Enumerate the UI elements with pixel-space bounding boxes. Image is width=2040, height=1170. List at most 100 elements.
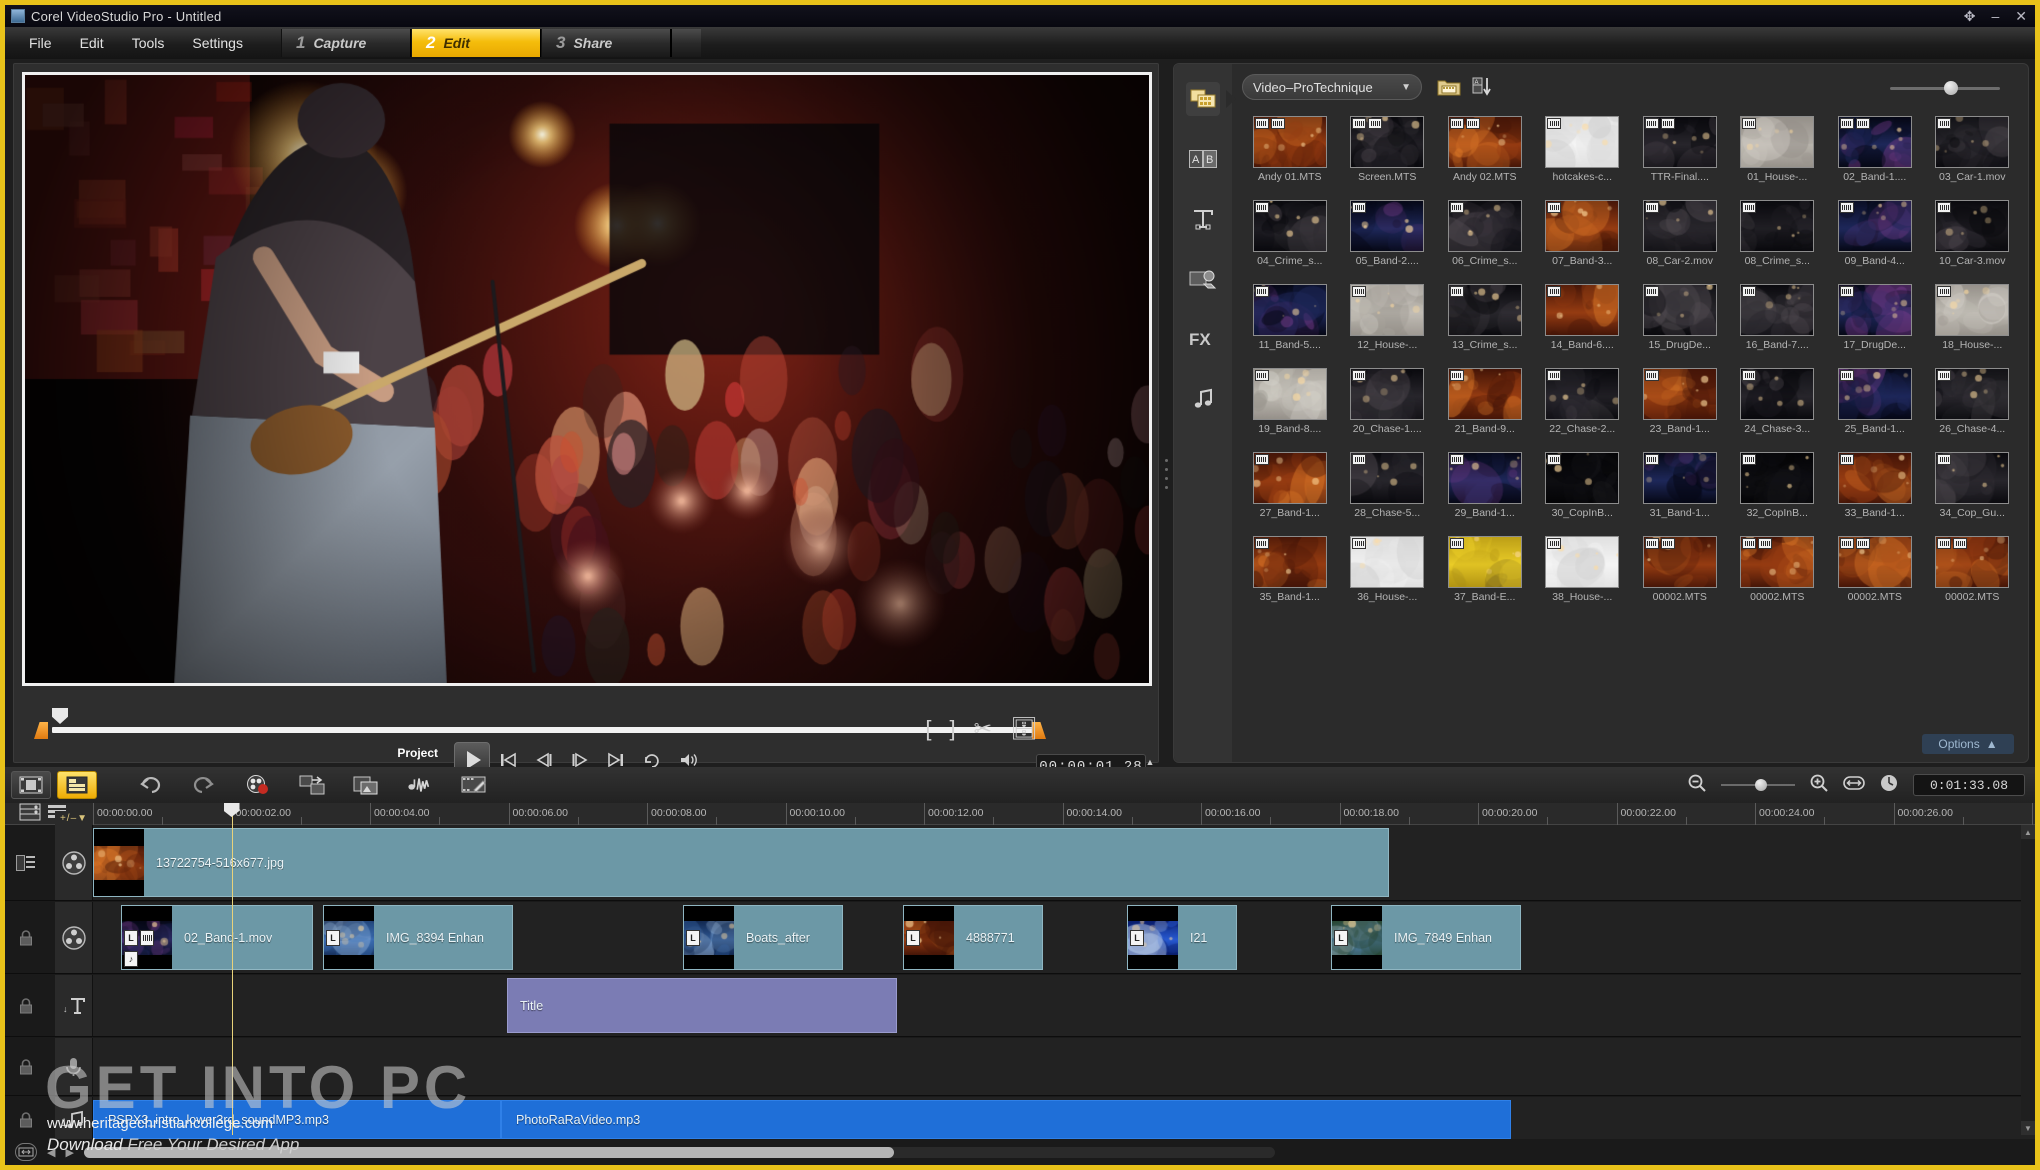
library-thumbnail[interactable] (1447, 284, 1522, 336)
scroll-track[interactable] (83, 1146, 1275, 1158)
menu-edit[interactable]: Edit (66, 31, 118, 55)
timeline-vertical-scrollbar[interactable]: ▲ ▼ (2021, 825, 2035, 1135)
fit-project-icon[interactable] (1843, 774, 1865, 797)
library-item[interactable]: 04_Crime_s... (1242, 200, 1338, 282)
library-item[interactable]: 00002.MTS (1925, 536, 2021, 618)
library-tab-graphic[interactable] (1186, 262, 1220, 296)
project-duration[interactable]: 0:01:33.08 (1913, 774, 2025, 796)
library-item[interactable]: 33_Band-1... (1827, 452, 1923, 534)
sort-az-icon[interactable]: A Z (1468, 74, 1498, 100)
film-reel-icon[interactable] (55, 825, 93, 900)
library-item[interactable]: 27_Band-1... (1242, 452, 1338, 534)
library-thumbnail[interactable] (1447, 116, 1522, 168)
zoom-slider-knob[interactable] (1755, 779, 1767, 791)
library-thumbnail[interactable] (1545, 200, 1620, 252)
library-thumbnail[interactable] (1935, 536, 2010, 588)
track-lane[interactable]: Title (93, 975, 2035, 1036)
scroll-thumb[interactable] (83, 1146, 894, 1158)
library-item[interactable]: 34_Cop_Gu... (1925, 452, 2021, 534)
record-capture-icon[interactable] (245, 772, 271, 798)
scroll-up-arrow[interactable]: ▲ (2021, 825, 2035, 839)
library-thumbnail[interactable] (1350, 368, 1425, 420)
library-thumbnail[interactable] (1935, 116, 2010, 168)
library-thumbnail[interactable] (1740, 284, 1815, 336)
scrub-bar[interactable] (52, 727, 1038, 733)
library-item[interactable]: 38_House-... (1535, 536, 1631, 618)
library-thumbnail[interactable] (1837, 116, 1912, 168)
library-thumbnail[interactable] (1545, 452, 1620, 504)
library-item[interactable]: TTR-Final.... (1632, 116, 1728, 198)
library-thumbnail[interactable] (1252, 452, 1327, 504)
library-thumbnail[interactable] (1252, 116, 1327, 168)
timeline-clip[interactable]: PSPX3_intro_lower3rd_soundMP3.mp3 (93, 1100, 501, 1139)
scroll-mode-icon[interactable] (15, 1143, 37, 1161)
title-track-icon[interactable]: ↓ (55, 975, 93, 1036)
library-item[interactable]: 31_Band-1... (1632, 452, 1728, 534)
library-thumbnail[interactable] (1252, 368, 1327, 420)
library-item[interactable]: 18_House-... (1925, 284, 2021, 366)
timeline-clip[interactable]: 13722754-516x677.jpg (93, 828, 1389, 897)
library-item[interactable]: 11_Band-5.... (1242, 284, 1338, 366)
library-item[interactable]: 24_Chase-3... (1730, 368, 1826, 450)
library-thumbnail[interactable] (1740, 116, 1815, 168)
library-item[interactable]: 16_Band-7.... (1730, 284, 1826, 366)
library-item[interactable]: 30_CopInB... (1535, 452, 1631, 534)
library-item[interactable]: 03_Car-1.mov (1925, 116, 2021, 198)
library-item[interactable]: 35_Band-1... (1242, 536, 1338, 618)
library-item[interactable]: 37_Band-E... (1437, 536, 1533, 618)
timeline-clip[interactable]: L ♪ 02_Band-1.mov (121, 905, 313, 970)
library-item[interactable]: 09_Band-4... (1827, 200, 1923, 282)
library-thumbnail[interactable] (1252, 536, 1327, 588)
timeline-clip[interactable]: L IMG_8394 Enhan (323, 905, 513, 970)
library-item[interactable]: 12_House-... (1340, 284, 1436, 366)
video-preview[interactable] (22, 72, 1152, 686)
timeline-clip[interactable]: Title (507, 978, 897, 1033)
add-media-folder-icon[interactable] (1434, 74, 1464, 100)
library-item[interactable]: 32_CopInB... (1730, 452, 1826, 534)
library-item[interactable]: 29_Band-1... (1437, 452, 1533, 534)
library-item[interactable]: 06_Crime_s... (1437, 200, 1533, 282)
library-item[interactable]: 28_Chase-5... (1340, 452, 1436, 534)
library-folder-select[interactable]: Video–ProTechnique ▼ (1242, 74, 1422, 100)
timeline-view-button[interactable] (57, 771, 97, 799)
zoom-out-icon[interactable] (1687, 773, 1707, 798)
library-item[interactable]: 05_Band-2.... (1340, 200, 1436, 282)
timeline-clip[interactable]: L IMG_7849 Enhan (1331, 905, 1521, 970)
track-lock-icon[interactable] (15, 1109, 37, 1131)
library-thumbnail[interactable] (1350, 116, 1425, 168)
library-thumbnail[interactable] (1642, 200, 1717, 252)
library-thumbnail[interactable] (1545, 536, 1620, 588)
library-tab-title[interactable] (1186, 202, 1220, 236)
timeline-clip[interactable]: L I21 (1127, 905, 1237, 970)
library-thumbnail[interactable] (1642, 536, 1717, 588)
library-item[interactable]: 26_Chase-4... (1925, 368, 2021, 450)
scroll-left-arrow[interactable]: ◀ (47, 1146, 55, 1159)
library-item[interactable]: 00002.MTS (1730, 536, 1826, 618)
music-track-icon[interactable]: 1 (55, 1097, 93, 1142)
timeline-ruler[interactable]: 00:00:00.00 00:00:02.00 00:00:04.00 00:00:0… (5, 803, 2035, 825)
library-item[interactable]: 21_Band-9... (1437, 368, 1533, 450)
library-item[interactable]: Screen.MTS (1340, 116, 1436, 198)
library-thumbnail[interactable] (1740, 200, 1815, 252)
snapshot-icon[interactable]: 🗄 (1010, 716, 1038, 742)
library-tab-media[interactable] (1186, 82, 1236, 116)
library-thumbnail[interactable] (1350, 200, 1425, 252)
library-item[interactable]: 10_Car-3.mov (1925, 200, 2021, 282)
tab-edit[interactable]: 2 Edit (410, 29, 541, 57)
scroll-right-arrow[interactable]: ▶ (65, 1146, 73, 1159)
overlay-reel-icon[interactable] (55, 902, 93, 973)
track-manager-icon[interactable] (19, 803, 41, 826)
trim-start-handle[interactable] (34, 722, 48, 739)
library-thumbnail[interactable] (1740, 368, 1815, 420)
library-item[interactable]: 22_Chase-2... (1535, 368, 1631, 450)
slider-knob[interactable] (1944, 81, 1958, 95)
library-item[interactable]: 07_Band-3... (1535, 200, 1631, 282)
track-lane[interactable]: +/–▼ 13722754-516x677.jpg (55, 811, 2035, 900)
library-thumbnail[interactable] (1642, 284, 1717, 336)
timeline-clip[interactable]: L Boats_after (683, 905, 843, 970)
library-item[interactable]: 23_Band-1... (1632, 368, 1728, 450)
library-thumbnail[interactable] (1935, 200, 2010, 252)
tab-share[interactable]: 3 Share (540, 29, 671, 57)
library-zoom-slider[interactable] (1890, 80, 2000, 96)
clock-icon[interactable] (1879, 773, 1899, 798)
